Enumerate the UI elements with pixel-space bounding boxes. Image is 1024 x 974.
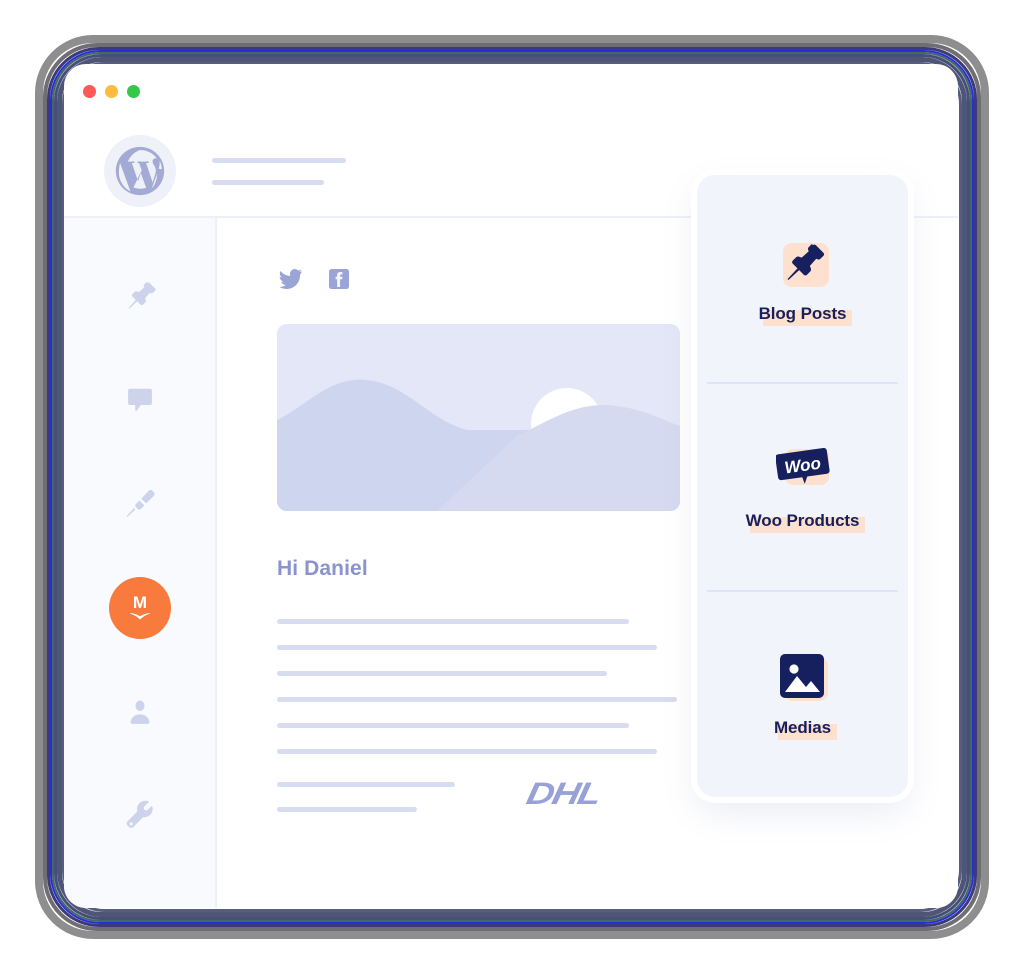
twitter-icon[interactable] [277, 266, 303, 292]
panel-card-medias[interactable]: Medias [697, 589, 908, 797]
sidebar-item-mailpoet[interactable]: M [108, 577, 171, 639]
sidebar-item-comments[interactable] [125, 374, 155, 426]
panel-card-woo-products[interactable]: Woo Woo Products [697, 382, 908, 589]
panel-card-label: Woo Products [745, 510, 866, 533]
panel-card-label: Blog Posts [758, 303, 853, 326]
paintbrush-icon [123, 487, 157, 521]
footer-text-placeholder [277, 782, 455, 812]
close-button[interactable] [83, 85, 96, 98]
wrench-icon [124, 800, 156, 832]
pin-icon [123, 279, 157, 313]
panel-card-blog-posts[interactable]: Blog Posts [697, 175, 908, 382]
content-type-panel: Blog Posts Woo Woo Products Medias [697, 175, 908, 797]
landscape-placeholder-image[interactable] [277, 324, 680, 511]
comment-icon [125, 385, 155, 415]
sidebar: M [64, 218, 217, 908]
wordpress-logo-icon [104, 135, 176, 207]
minimize-button[interactable] [105, 85, 118, 98]
pin-icon [774, 234, 832, 292]
site-title-placeholder [212, 157, 346, 185]
window-titlebar [64, 64, 958, 126]
sidebar-item-appearance[interactable] [123, 478, 157, 530]
sidebar-item-tools[interactable] [124, 790, 156, 842]
sidebar-item-posts[interactable] [123, 270, 157, 322]
facebook-icon[interactable] [327, 267, 351, 291]
maximize-button[interactable] [127, 85, 140, 98]
sidebar-item-users[interactable] [125, 686, 155, 738]
dhl-logo: DHL [523, 776, 603, 812]
panel-card-label: Medias [773, 718, 838, 741]
traffic-lights [83, 85, 140, 98]
user-icon [125, 697, 155, 727]
mailpoet-icon: M [108, 577, 171, 639]
image-icon [774, 648, 832, 706]
woo-icon: Woo [774, 441, 832, 499]
svg-text:M: M [132, 593, 146, 612]
